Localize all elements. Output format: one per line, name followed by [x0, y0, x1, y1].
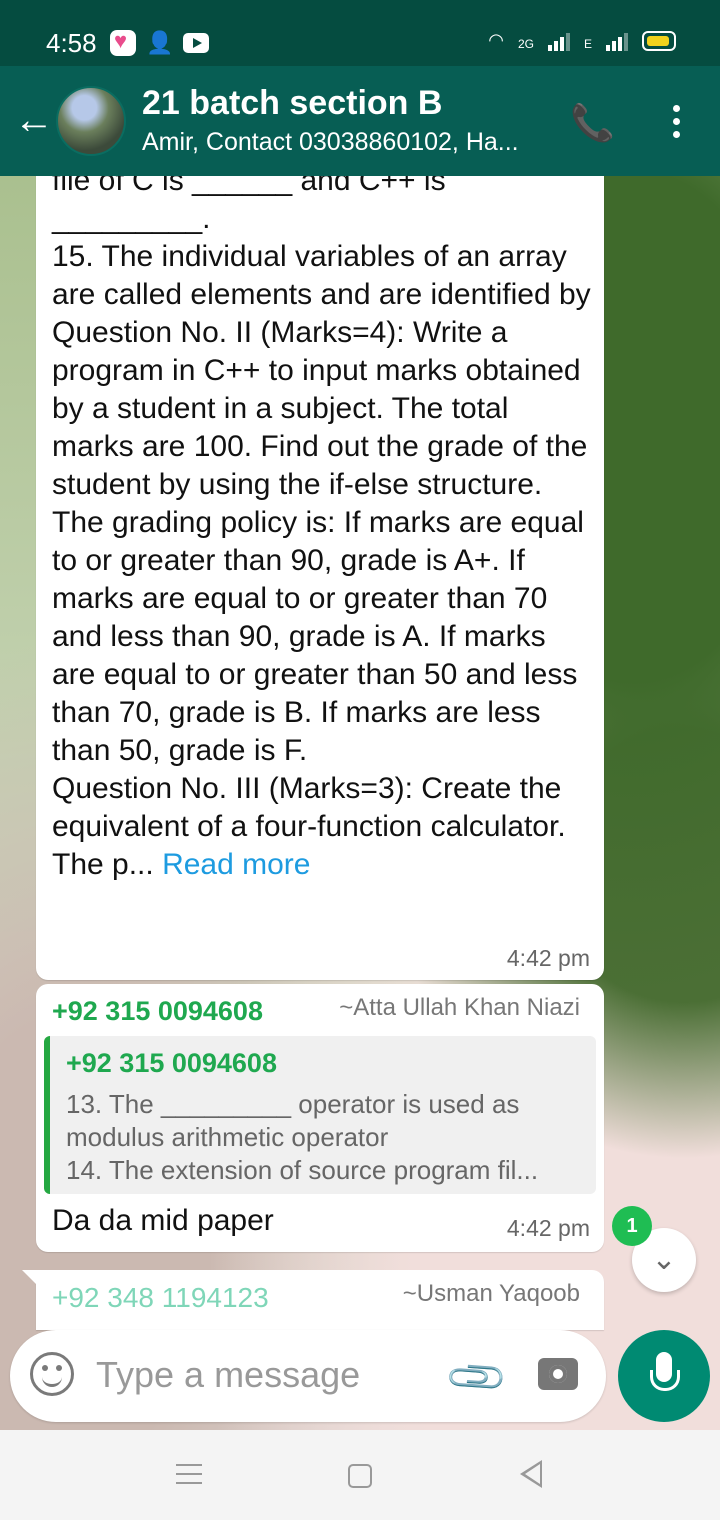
chat-area[interactable]: file of C is ______ and C++ is _________… — [0, 176, 720, 1430]
camera-icon[interactable] — [538, 1358, 578, 1390]
status-bar: 4:58 👤 ◠ 2G E — [0, 0, 720, 66]
message-text: Da da mid paper — [52, 1204, 274, 1237]
chat-subtitle[interactable]: Amir, Contact 03038860102, Ha... — [142, 128, 542, 157]
youtube-icon — [183, 33, 210, 53]
quoted-text: 13. The _________ operator is used as mo… — [66, 1089, 539, 1185]
app-notification-icon — [110, 28, 136, 56]
signal-icon-2 — [606, 31, 628, 51]
group-avatar[interactable] — [56, 86, 126, 156]
paperclip-icon[interactable]: 📎 — [443, 1343, 511, 1411]
recent-apps-icon[interactable] — [176, 1464, 202, 1491]
status-notification-icons: 👤 — [110, 28, 210, 56]
message-time: 4:42 pm — [506, 945, 590, 971]
sender-number[interactable]: +92 315 0094608 — [52, 996, 263, 1027]
contact-add-icon: 👤 — [146, 30, 174, 55]
chat-title[interactable]: 21 batch section B — [142, 84, 442, 123]
message-body: file of C is ______ and C++ is _________… — [52, 176, 591, 881]
message-input[interactable]: Type a message — [96, 1354, 360, 1396]
back-arrow-icon[interactable]: ← — [14, 100, 54, 140]
add-call-icon[interactable]: 📞 — [570, 102, 615, 144]
signal-icon — [547, 31, 570, 51]
read-more-link[interactable]: Read more — [162, 848, 310, 881]
quoted-message[interactable]: +92 315 0094608 13. The _________ operat… — [44, 1036, 596, 1194]
microphone-button[interactable] — [618, 1330, 710, 1422]
network-type-label: 2G — [517, 37, 534, 51]
sender-alias: ~Atta Ullah Khan Niazi — [339, 994, 580, 1021]
message-bubble[interactable]: file of C is ______ and C++ is _________… — [36, 176, 604, 980]
unread-count-badge: 1 — [612, 1206, 652, 1246]
message-time: 4:42 pm — [506, 1215, 590, 1241]
sender-number[interactable]: +92 348 1194123 — [52, 1282, 269, 1314]
chevron-down-icon: ⌄ — [651, 1243, 677, 1276]
message-text: file of C is ______ and C++ is _________… — [52, 176, 592, 884]
emoji-icon[interactable] — [30, 1352, 74, 1396]
system-nav-bar — [0, 1430, 720, 1520]
more-options-icon[interactable] — [664, 102, 688, 142]
quoted-sender: +92 315 0094608 — [66, 1048, 277, 1078]
home-icon[interactable] — [348, 1464, 372, 1488]
battery-icon — [642, 31, 676, 51]
message-bubble[interactable]: +92 315 0094608 ~Atta Ullah Khan Niazi +… — [36, 984, 604, 1252]
wifi-icon: ◠ — [488, 30, 504, 50]
sender-alias: ~Usman Yaqoob — [402, 1280, 580, 1307]
nav-back-icon[interactable] — [520, 1460, 542, 1488]
sim-label: E — [583, 37, 592, 51]
message-bubble[interactable]: +92 348 1194123 ~Usman Yaqoob — [22, 1270, 604, 1330]
status-system-icons: ◠ 2G E — [488, 30, 676, 51]
message-composer[interactable]: Type a message 📎 — [10, 1330, 606, 1422]
status-time: 4:58 — [46, 28, 97, 58]
chat-header: ← 21 batch section B Amir, Contact 03038… — [0, 66, 720, 176]
